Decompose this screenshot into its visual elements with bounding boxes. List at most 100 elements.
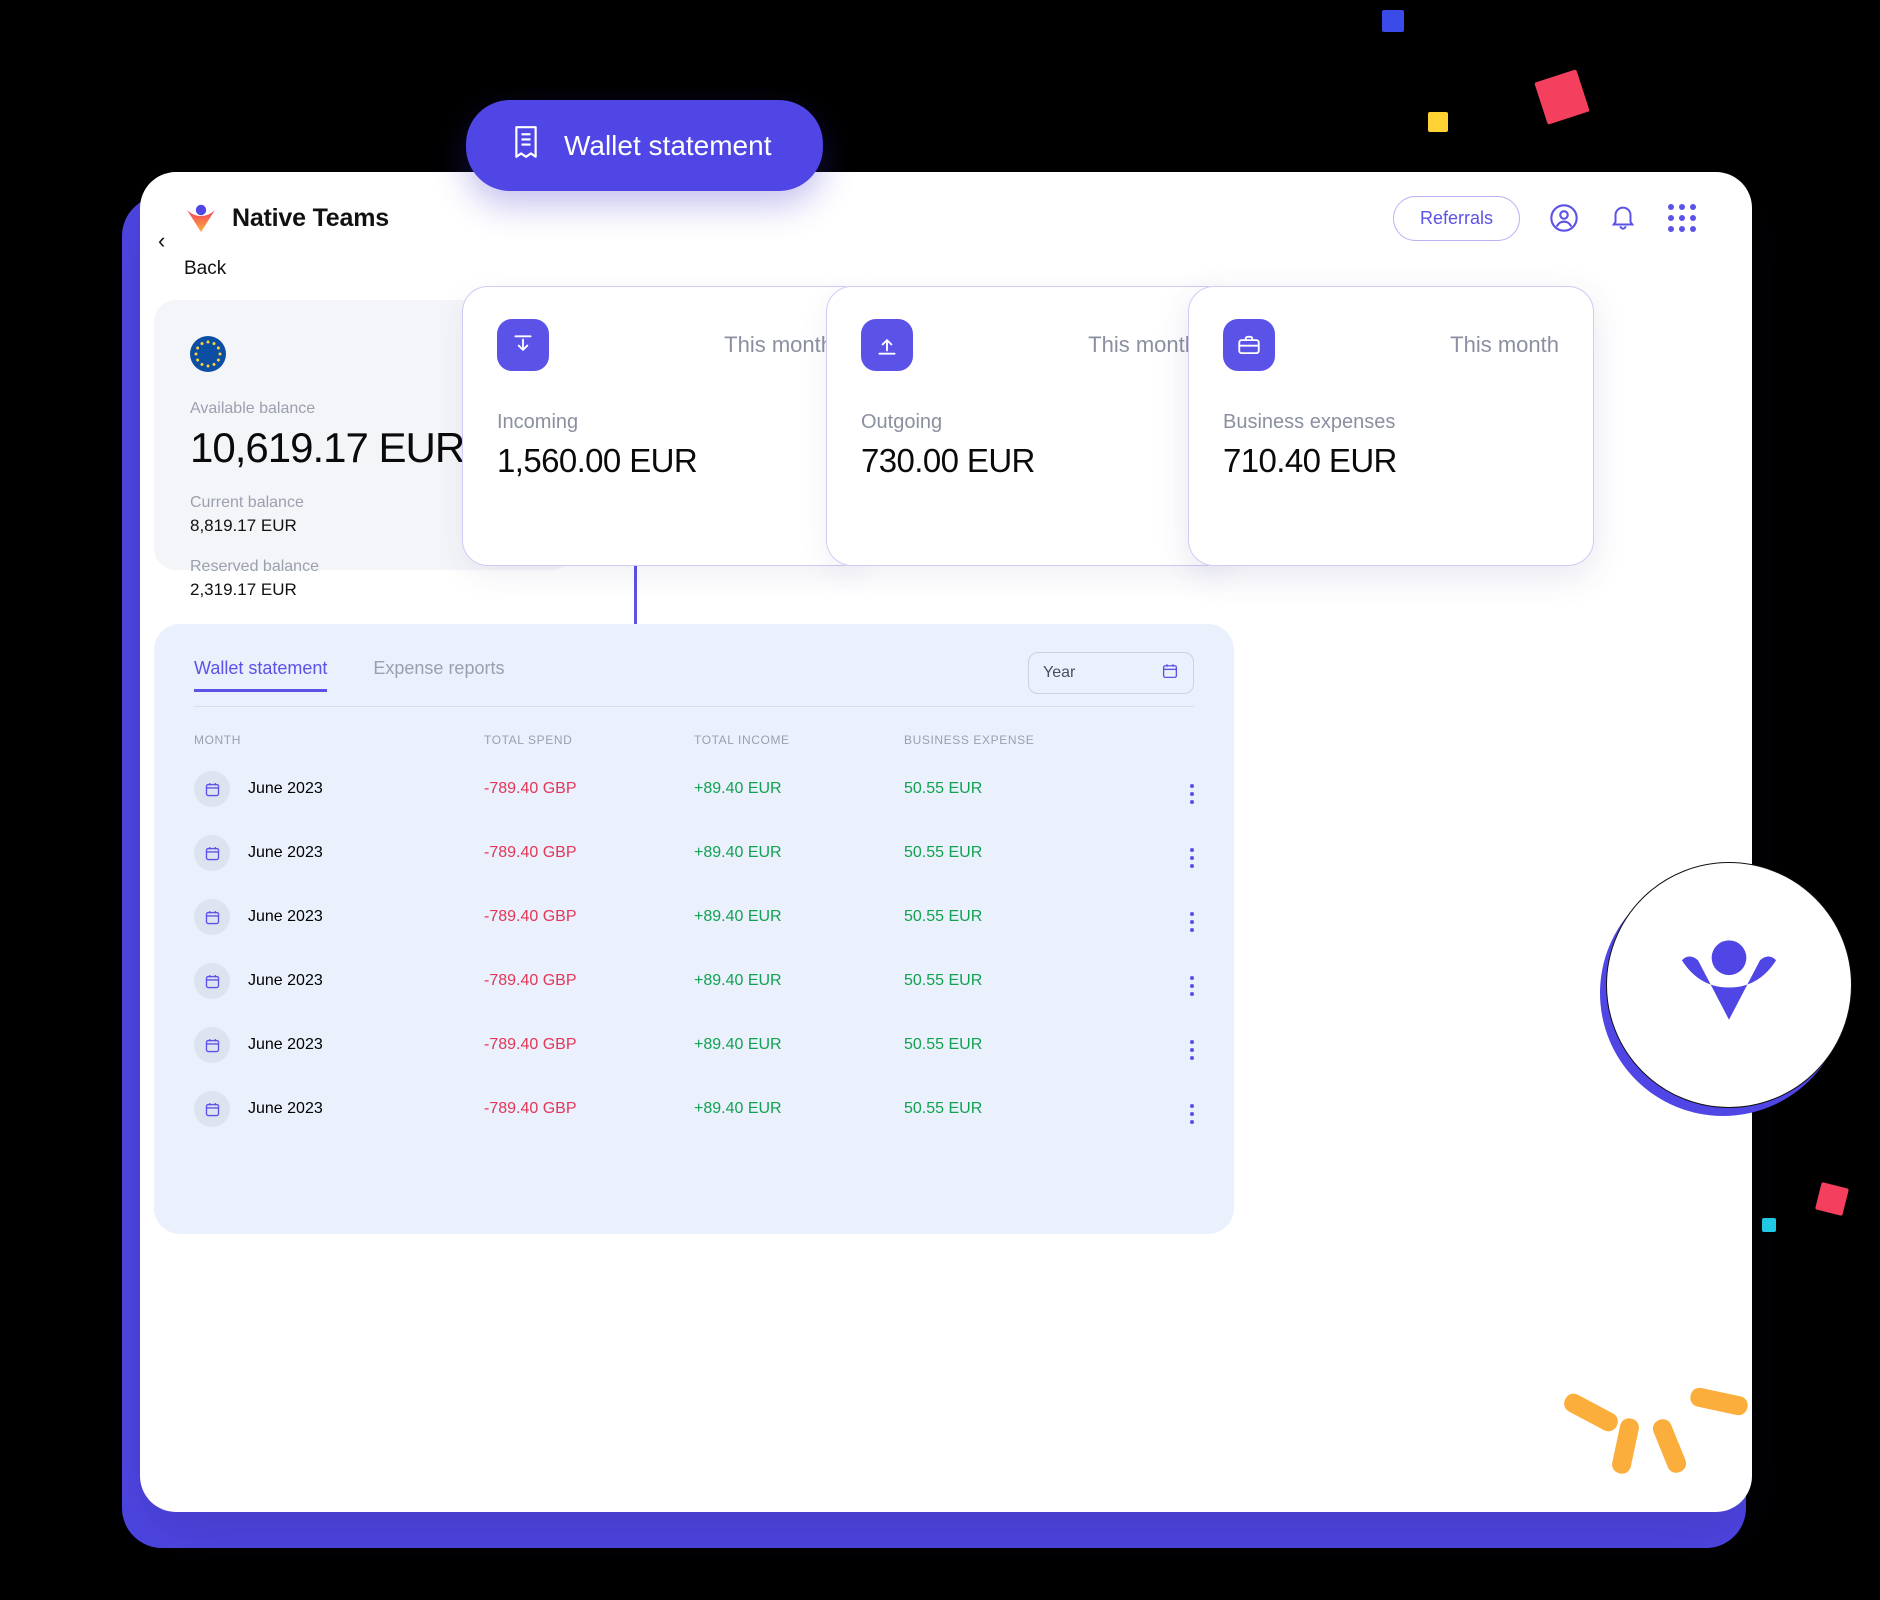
statement-table: MONTH TOTAL SPEND TOTAL INCOME BUSINESS … <box>194 707 1194 1141</box>
table-row[interactable]: June 2023 -789.40 GBP +89.40 EUR 50.55 EUR <box>194 1077 1194 1141</box>
statement-table-body: June 2023 -789.40 GBP +89.40 EUR 50.55 EUR J… <box>194 757 1194 1141</box>
confetti-cyan-square-right <box>1762 1218 1776 1232</box>
year-selector-value: Year <box>1043 664 1076 681</box>
stat-value: 730.00 EUR <box>861 442 1035 479</box>
account-circle-icon[interactable] <box>1548 202 1580 234</box>
stat-period-label: This month <box>1088 332 1197 357</box>
col-actions <box>1114 707 1194 757</box>
confetti-red-square-top <box>1534 69 1590 125</box>
screenshot-stage: Native Teams Referrals ‹ Back Available … <box>0 0 1880 1600</box>
cell-month: June 2023 <box>194 757 484 821</box>
confetti-yellow-square <box>1428 112 1448 132</box>
native-teams-mascot-icon <box>1681 940 1777 1020</box>
cell-month: June 2023 <box>194 885 484 949</box>
table-row[interactable]: June 2023 -789.40 GBP +89.40 EUR 50.55 EUR <box>194 949 1194 1013</box>
back-label: Back <box>184 258 227 279</box>
cell-business-expense: 50.55 EUR <box>904 780 983 797</box>
row-menu-icon[interactable] <box>1190 975 1194 996</box>
table-row[interactable]: June 2023 -789.40 GBP +89.40 EUR 50.55 EUR <box>194 821 1194 885</box>
row-menu-icon[interactable] <box>1190 1039 1194 1060</box>
table-row[interactable]: June 2023 -789.40 GBP +89.40 EUR 50.55 EUR <box>194 757 1194 821</box>
cell-total-spend: -789.40 GBP <box>484 780 577 797</box>
confetti-red-square-right <box>1815 1182 1849 1216</box>
stat-label: Outgoing <box>861 411 943 433</box>
chevron-left-icon: ‹ <box>158 228 166 253</box>
col-month: MONTH <box>194 733 241 747</box>
cell-actions <box>1114 757 1194 821</box>
cell-total-spend: -789.40 GBP <box>484 1100 577 1117</box>
briefcase-icon <box>1223 319 1275 371</box>
cell-actions <box>1114 1013 1194 1077</box>
back-link[interactable]: ‹ Back <box>154 230 304 280</box>
calendar-icon <box>194 1091 230 1127</box>
native-teams-mascot <box>1606 862 1852 1108</box>
eu-flag-icon <box>190 336 226 372</box>
confetti-blue-square <box>1382 10 1404 32</box>
stat-label: Incoming <box>497 411 579 433</box>
stat-card-outgoing: This month Outgoing 730.00 EUR <box>826 286 1232 566</box>
app-header: Native Teams Referrals <box>140 172 1752 264</box>
calendar-icon <box>194 899 230 935</box>
row-menu-icon[interactable] <box>1190 847 1194 868</box>
wallet-statement-panel: Wallet statement Expense reports Year MO… <box>154 624 1234 1234</box>
cell-business-expense: 50.55 EUR <box>904 844 983 861</box>
month-label: June 2023 <box>248 972 323 989</box>
month-label: June 2023 <box>248 908 323 925</box>
cell-total-income: +89.40 EUR <box>694 1036 782 1053</box>
row-menu-icon[interactable] <box>1190 783 1194 804</box>
cell-actions <box>1114 885 1194 949</box>
app-window: Native Teams Referrals ‹ Back Available … <box>140 172 1752 1512</box>
referrals-button[interactable]: Referrals <box>1392 195 1520 241</box>
cell-actions <box>1114 949 1194 1013</box>
calendar-icon <box>194 1027 230 1063</box>
wallet-statement-badge-label: Wallet statement <box>564 129 772 161</box>
stat-label: Business expenses <box>1223 411 1396 433</box>
stat-period-label: This month <box>1450 332 1559 357</box>
cell-total-spend: -789.40 GBP <box>484 844 577 861</box>
stat-card-header: This month <box>497 319 833 371</box>
statement-table-head: MONTH TOTAL SPEND TOTAL INCOME BUSINESS … <box>194 707 1194 757</box>
calendar-icon <box>194 963 230 999</box>
stat-value: 1,560.00 EUR <box>497 442 698 479</box>
calendar-icon <box>194 835 230 871</box>
bell-icon[interactable] <box>1608 202 1640 234</box>
apps-grid-icon[interactable] <box>1668 204 1696 232</box>
stat-period-label: This month <box>724 332 833 357</box>
month-label: June 2023 <box>248 780 323 797</box>
reserved-balance-value: 2,319.17 EUR <box>190 580 297 599</box>
header-actions: Referrals <box>1392 195 1696 241</box>
arrow-up-from-tray-icon <box>861 319 913 371</box>
tab-wallet-statement[interactable]: Wallet statement <box>194 658 328 692</box>
cell-total-income: +89.40 EUR <box>694 908 782 925</box>
brand-name: Native Teams <box>232 203 389 232</box>
cell-actions <box>1114 821 1194 885</box>
row-menu-icon[interactable] <box>1190 911 1194 932</box>
cell-month: June 2023 <box>194 949 484 1013</box>
stat-card-business-expenses: This month Business expenses 710.40 EUR <box>1188 286 1594 566</box>
cell-total-income: +89.40 EUR <box>694 780 782 797</box>
calendar-icon <box>194 771 230 807</box>
cell-business-expense: 50.55 EUR <box>904 1036 983 1053</box>
calendar-icon <box>1161 662 1179 685</box>
col-total-spend: TOTAL SPEND <box>484 733 573 747</box>
receipt-icon <box>510 124 542 167</box>
arrow-down-into-tray-icon <box>497 319 549 371</box>
stat-card-header: This month <box>1223 319 1559 371</box>
stat-value: 710.40 EUR <box>1223 442 1397 479</box>
cell-total-spend: -789.40 GBP <box>484 972 577 989</box>
cell-month: June 2023 <box>194 1077 484 1141</box>
col-total-income: TOTAL INCOME <box>694 733 790 747</box>
cell-month: June 2023 <box>194 1013 484 1077</box>
cell-business-expense: 50.55 EUR <box>904 908 983 925</box>
month-label: June 2023 <box>248 1036 323 1053</box>
cell-actions <box>1114 1077 1194 1141</box>
wallet-statement-badge[interactable]: Wallet statement <box>466 100 824 191</box>
table-row[interactable]: June 2023 -789.40 GBP +89.40 EUR 50.55 EUR <box>194 1013 1194 1077</box>
year-selector[interactable]: Year <box>1028 652 1194 694</box>
row-menu-icon[interactable] <box>1190 1103 1194 1124</box>
tab-expense-reports[interactable]: Expense reports <box>373 658 504 689</box>
cell-total-spend: -789.40 GBP <box>484 1036 577 1053</box>
cell-total-spend: -789.40 GBP <box>484 908 577 925</box>
table-row[interactable]: June 2023 -789.40 GBP +89.40 EUR 50.55 EUR <box>194 885 1194 949</box>
cell-business-expense: 50.55 EUR <box>904 1100 983 1117</box>
